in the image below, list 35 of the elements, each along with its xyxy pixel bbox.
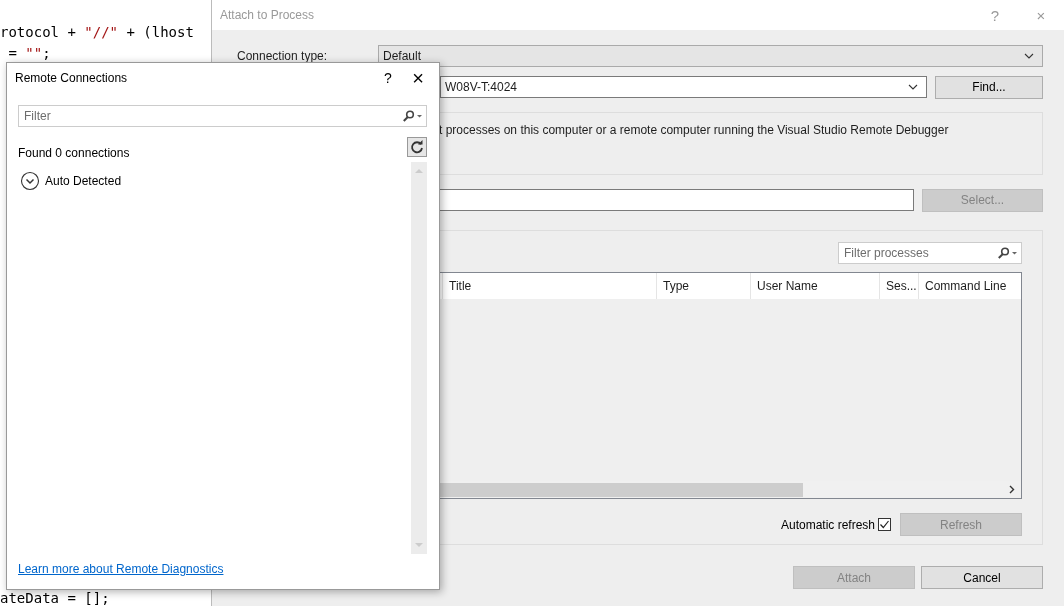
window-title: Remote Connections: [15, 71, 129, 85]
code-text: "": [25, 44, 43, 61]
column-header[interactable]: Command Line: [918, 273, 1019, 299]
filter-field[interactable]: Filter: [18, 105, 427, 127]
search-icon: [996, 247, 1018, 259]
learn-more-link[interactable]: Learn more about Remote Diagnostics: [18, 562, 224, 576]
field-label: Connection type:: [237, 49, 329, 63]
checkbox[interactable]: [878, 518, 891, 531]
code-text: rotocol +: [0, 24, 77, 40]
code-text: ;: [42, 44, 51, 61]
code-text: + (lhost: [125, 24, 194, 40]
code-text: "//": [84, 24, 118, 40]
checkbox-label: Automatic refresh: [780, 517, 875, 532]
code-text: =: [7, 44, 18, 61]
window-title: Attach to Process: [220, 8, 316, 22]
chevron-down-icon: [1024, 53, 1034, 59]
close-button[interactable]: ×: [403, 65, 433, 91]
column-header[interactable]: Title: [442, 273, 656, 299]
connection-target-dropdown[interactable]: W08V-T:4024: [440, 76, 927, 98]
code-text: ateData = [];: [0, 590, 110, 606]
cancel-button[interactable]: Cancel: [921, 566, 1043, 589]
refresh-icon-button[interactable]: [407, 137, 427, 157]
column-header[interactable]: User Name: [750, 273, 879, 299]
connection-type-dropdown[interactable]: Default: [378, 45, 1043, 67]
column-header[interactable]: Type: [656, 273, 750, 299]
find-button[interactable]: Find...: [935, 75, 1043, 99]
status-text: Found 0 connections: [18, 146, 131, 160]
column-header[interactable]: Ses...: [879, 273, 918, 299]
help-button[interactable]: ?: [373, 69, 403, 87]
filter-processes-field[interactable]: Filter processes: [838, 242, 1022, 264]
chevron-circle-icon: [20, 171, 40, 191]
group-header[interactable]: Auto Detected: [20, 171, 407, 191]
chevron-down-icon: [908, 84, 918, 90]
chevron-right-icon[interactable]: [1009, 485, 1015, 494]
search-icon: [401, 110, 423, 122]
